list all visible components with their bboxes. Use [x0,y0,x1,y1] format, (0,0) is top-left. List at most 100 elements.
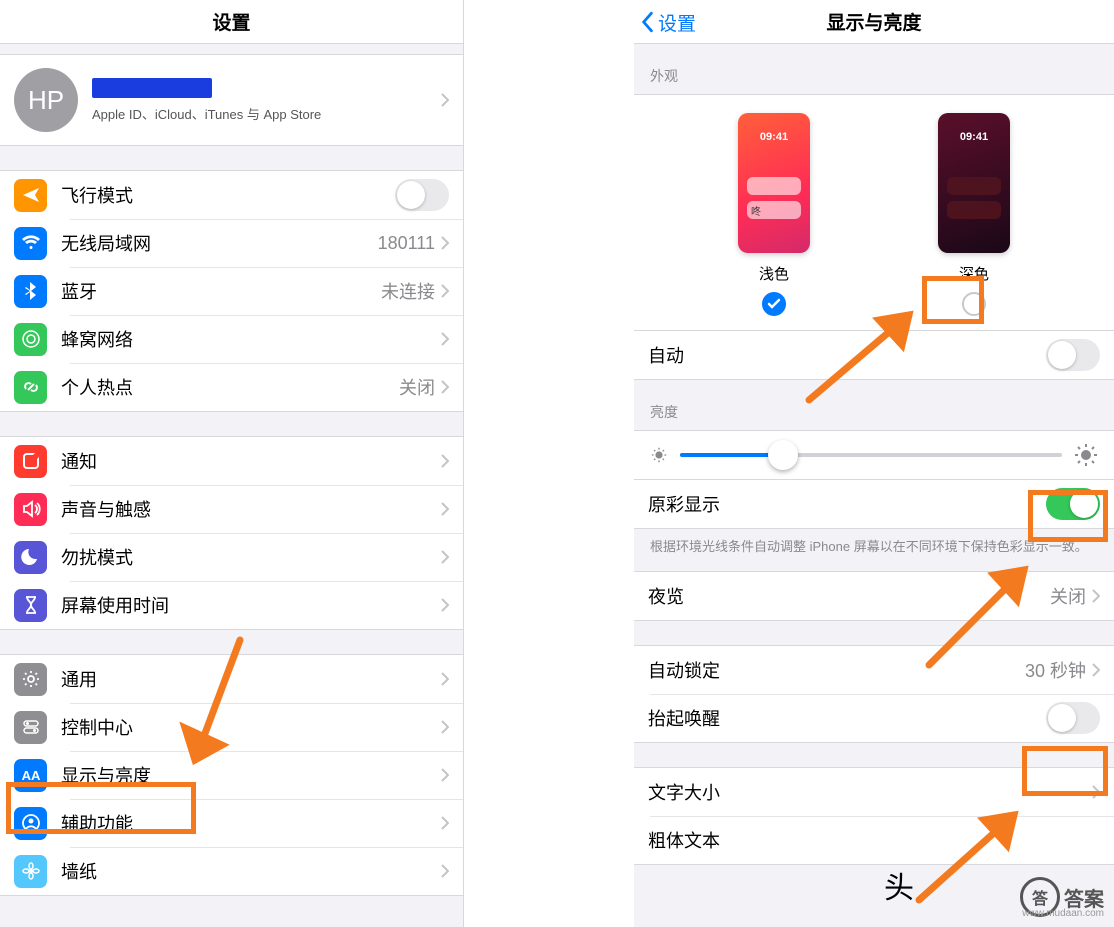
accessibility-row[interactable]: 辅助功能 [0,799,463,847]
sun-large-icon [1074,443,1098,467]
chevron-right-icon [441,380,449,394]
cellular-row[interactable]: 蜂窝网络 [0,315,463,363]
general-label: 通用 [61,666,441,692]
apple-id-name-redacted [92,78,212,98]
chevron-right-icon [441,502,449,516]
chevron-right-icon [441,672,449,686]
page-title: 显示与亮度 [826,8,921,35]
notifications-icon [14,445,47,478]
chevron-right-icon [1092,663,1100,677]
notifications-label: 通知 [61,448,441,474]
nightshift-row[interactable]: 夜览 关闭 [634,572,1114,620]
page-title: 设置 [212,8,250,35]
raise-toggle[interactable] [1046,702,1100,734]
brightness-slider[interactable] [680,453,1062,457]
appearance-light-option[interactable]: 09:41 浅色 [714,113,834,316]
wifi-label: 无线局域网 [61,230,378,256]
nightshift-label: 夜览 [648,583,1050,609]
wifi-value: 180111 [378,233,435,254]
airplane-toggle[interactable] [395,179,449,211]
display-label: 显示与亮度 [61,762,441,788]
autolock-label: 自动锁定 [648,657,1025,683]
chevron-right-icon [441,236,449,250]
hourglass-icon [14,589,47,622]
airplane-mode-row[interactable]: 飞行模式 [0,171,463,219]
raise-label: 抬起唤醒 [648,705,1046,731]
watermark-headline: 头 [884,863,914,907]
general-row[interactable]: 通用 [0,655,463,703]
screentime-row[interactable]: 屏幕使用时间 [0,581,463,629]
apple-id-row[interactable]: HP Apple ID、iCloud、iTunes 与 App Store [0,55,463,145]
moon-icon [14,541,47,574]
chevron-right-icon [441,93,449,107]
wallpaper-label: 墙纸 [61,858,441,884]
hotspot-row[interactable]: 个人热点 关闭 [0,363,463,411]
brightness-slider-row [634,430,1114,480]
back-label: 设置 [658,9,696,36]
hotspot-value: 关闭 [399,374,435,400]
bluetooth-row[interactable]: 蓝牙 未连接 [0,267,463,315]
gear-icon [14,663,47,696]
sounds-label: 声音与触感 [61,496,441,522]
boldtext-row[interactable]: 粗体文本 [634,816,1114,864]
chevron-right-icon [441,598,449,612]
appearance-section: 09:41 浅色 09:41 深色 [634,94,1114,331]
chevron-right-icon [441,332,449,346]
auto-appearance-row[interactable]: 自动 [634,331,1114,379]
chevron-right-icon [441,864,449,878]
hotspot-icon [14,371,47,404]
sounds-row[interactable]: 声音与触感 [0,485,463,533]
switches-icon [14,711,47,744]
cellular-label: 蜂窝网络 [61,326,441,352]
wifi-row[interactable]: 无线局域网 180111 [0,219,463,267]
dnd-label: 勿扰模式 [61,544,441,570]
sounds-icon [14,493,47,526]
accessibility-label: 辅助功能 [61,810,441,836]
truetone-row[interactable]: 原彩显示 [634,480,1114,528]
chevron-right-icon [441,816,449,830]
wallpaper-row[interactable]: 墙纸 [0,847,463,895]
chevron-right-icon [441,720,449,734]
wifi-icon [14,227,47,260]
bluetooth-label: 蓝牙 [61,278,381,304]
light-preview: 09:41 [738,113,810,253]
dark-radio[interactable] [962,292,986,316]
textsize-row[interactable]: 文字大小 [634,768,1114,816]
display-brightness-row[interactable]: 显示与亮度 [0,751,463,799]
boldtext-label: 粗体文本 [648,827,1100,853]
notifications-row[interactable]: 通知 [0,437,463,485]
chevron-right-icon [441,284,449,298]
truetone-toggle[interactable] [1046,488,1100,520]
settings-main-screen: 设置 HP Apple ID、iCloud、iTunes 与 App Store… [0,0,464,927]
chevron-left-icon [640,11,654,33]
autolock-value: 30 秒钟 [1025,657,1086,683]
dnd-row[interactable]: 勿扰模式 [0,533,463,581]
flower-icon [14,855,47,888]
light-label: 浅色 [759,263,789,284]
airplane-icon [14,179,47,212]
truetone-label: 原彩显示 [648,491,1046,517]
airplane-label: 飞行模式 [61,182,395,208]
header: 设置 显示与亮度 [634,0,1114,44]
brightness-header: 亮度 [634,380,1114,430]
chevron-right-icon [1092,589,1100,603]
autolock-row[interactable]: 自动锁定 30 秒钟 [634,646,1114,694]
control-center-row[interactable]: 控制中心 [0,703,463,751]
chevron-right-icon [1092,785,1100,799]
back-button[interactable]: 设置 [640,0,696,44]
apple-id-subtitle: Apple ID、iCloud、iTunes 与 App Store [92,104,441,123]
auto-toggle[interactable] [1046,339,1100,371]
person-icon [14,807,47,840]
light-radio[interactable] [762,292,786,316]
screentime-label: 屏幕使用时间 [61,592,441,618]
sun-small-icon [650,446,668,464]
bluetooth-value: 未连接 [381,278,435,304]
appearance-header: 外观 [634,44,1114,94]
dark-preview: 09:41 [938,113,1010,253]
raise-to-wake-row[interactable]: 抬起唤醒 [634,694,1114,742]
watermark: 答 答案 www.mudaan.com [1020,877,1104,917]
bluetooth-icon [14,275,47,308]
auto-label: 自动 [648,342,1046,368]
dark-label: 深色 [959,263,989,284]
appearance-dark-option[interactable]: 09:41 深色 [914,113,1034,316]
